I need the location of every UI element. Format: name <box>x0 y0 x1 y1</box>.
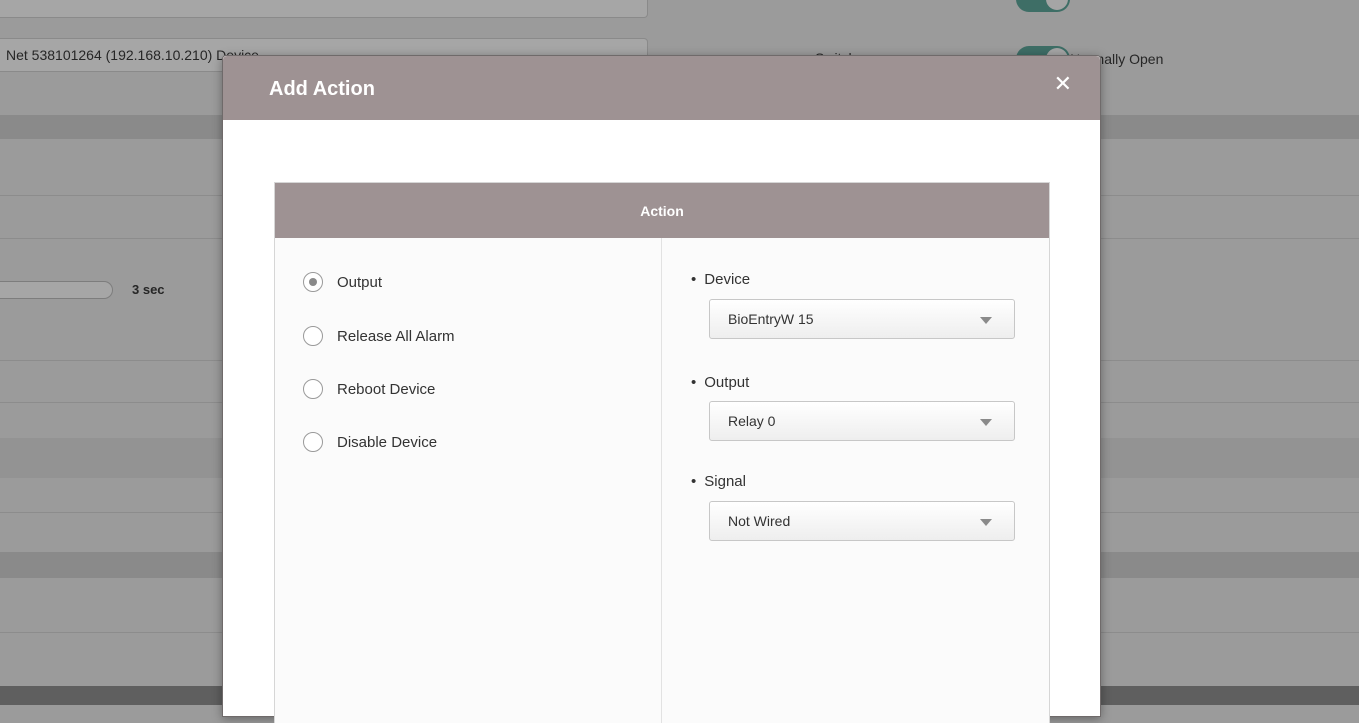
output-settings: • Device BioEntryW 15 • Output Relay 0 • Si… <box>662 238 1049 723</box>
output-select-value: Relay 0 <box>728 413 776 429</box>
radio-disable-device[interactable]: Disable Device <box>303 430 437 454</box>
background-slider-value: 3 sec <box>132 282 165 297</box>
action-type-list: Output Release All Alarm Reboot Device D… <box>275 238 662 723</box>
dialog-title: Add Action <box>269 78 375 100</box>
radio-label: Reboot Device <box>337 380 436 398</box>
radio-release-all-alarm[interactable]: Release All Alarm <box>303 324 455 348</box>
background-top-field <box>0 0 648 18</box>
action-panel: Action Output Release All Alarm Reboot D… <box>274 182 1050 723</box>
background-slider <box>0 281 113 299</box>
radio-output[interactable]: Output <box>303 270 382 294</box>
radio-button[interactable] <box>303 326 323 346</box>
device-select[interactable]: BioEntryW 15 <box>709 299 1015 339</box>
dialog-header: Add Action ✕ <box>223 56 1100 120</box>
signal-select[interactable]: Not Wired <box>709 501 1015 541</box>
output-field-label: • Output <box>691 374 750 391</box>
close-icon[interactable]: ✕ <box>1054 73 1072 95</box>
action-panel-header: Action <box>275 183 1049 238</box>
output-label-text: Output <box>704 374 750 391</box>
radio-button[interactable] <box>303 379 323 399</box>
signal-select-value: Not Wired <box>728 513 791 529</box>
signal-label-text: Signal <box>704 473 746 490</box>
radio-label: Release All Alarm <box>337 327 455 345</box>
signal-field-label: • Signal <box>691 473 746 490</box>
chevron-down-icon <box>980 519 992 526</box>
device-select-value: BioEntryW 15 <box>728 311 814 327</box>
output-select[interactable]: Relay 0 <box>709 401 1015 441</box>
device-label-text: Device <box>704 271 751 288</box>
radio-button[interactable] <box>303 272 323 292</box>
radio-label: Output <box>337 273 383 291</box>
device-field-label: • Device <box>691 271 751 288</box>
radio-reboot-device[interactable]: Reboot Device <box>303 377 435 401</box>
add-action-dialog: Add Action ✕ Action Output Release All A… <box>222 55 1101 723</box>
chevron-down-icon <box>980 419 992 426</box>
background-top-toggle <box>1016 0 1070 12</box>
radio-label: Disable Device <box>337 433 438 451</box>
radio-button[interactable] <box>303 432 323 452</box>
chevron-down-icon <box>980 317 992 324</box>
